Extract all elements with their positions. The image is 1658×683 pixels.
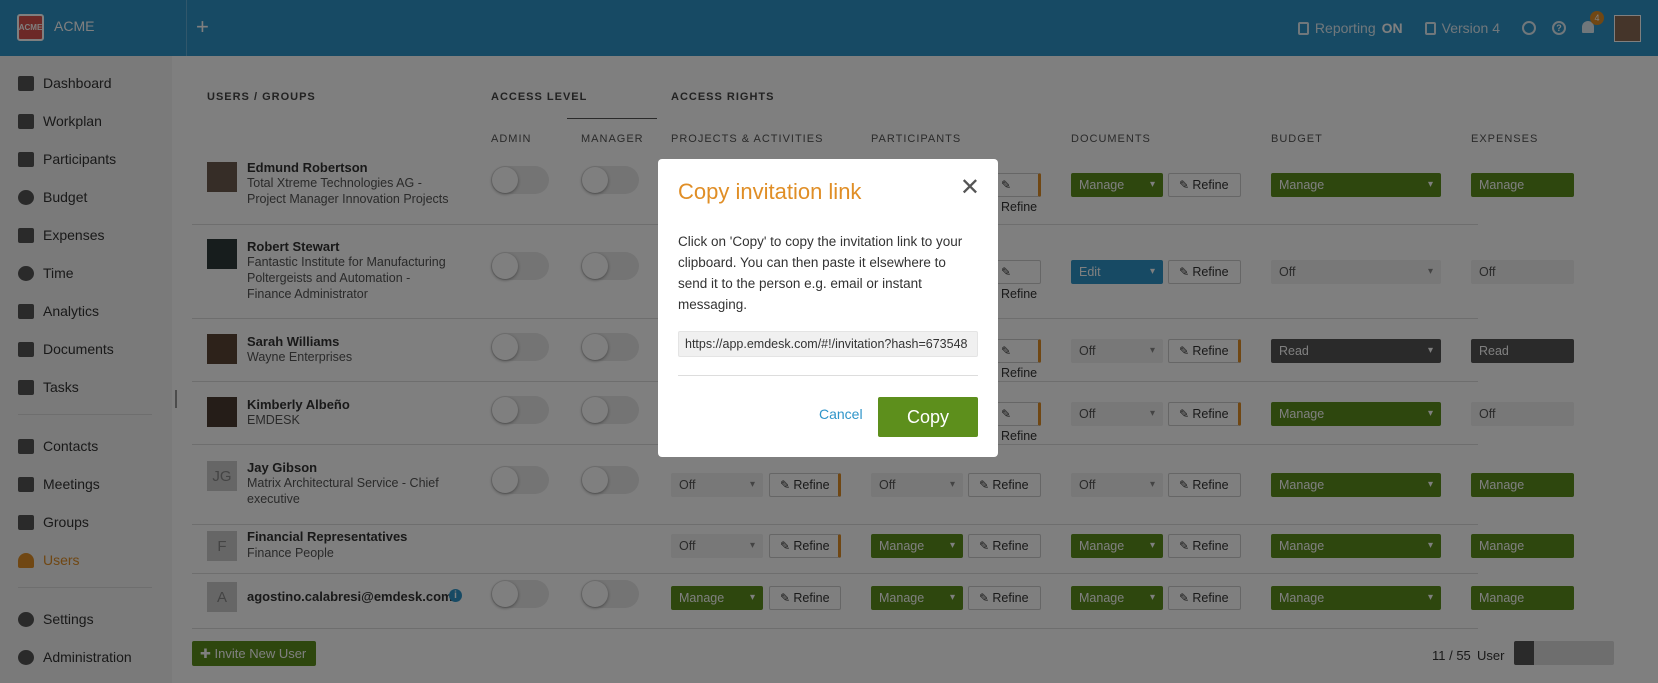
dialog-title: Copy invitation link: [678, 179, 862, 204]
dialog-message: Click on 'Copy' to copy the invitation l…: [678, 234, 963, 312]
copy-button[interactable]: Copy: [878, 397, 978, 437]
cancel-button[interactable]: Cancel: [819, 406, 863, 422]
close-icon[interactable]: ✕: [960, 173, 980, 202]
copy-invitation-dialog: Copy invitation link ✕ Click on 'Copy' t…: [658, 159, 998, 457]
invitation-link-field[interactable]: https://app.emdesk.com/#!/invitation?has…: [678, 331, 978, 357]
dialog-divider: [678, 375, 978, 376]
